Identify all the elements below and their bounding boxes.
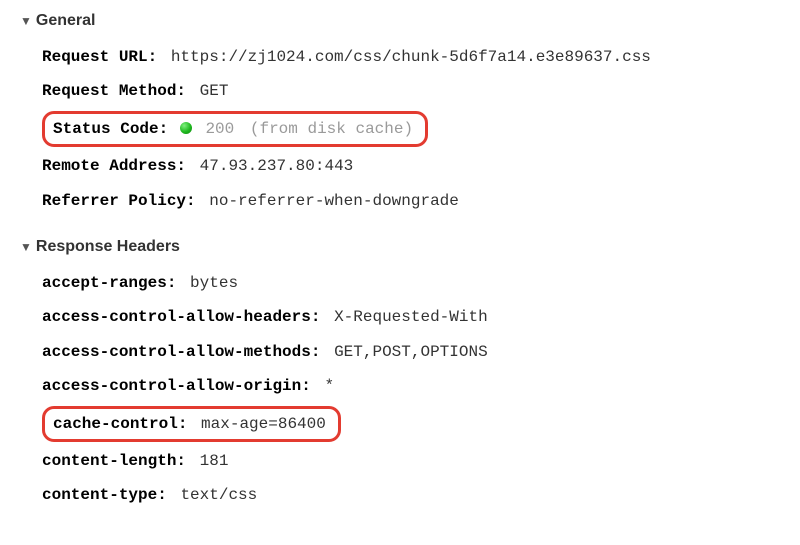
general-section-title: General xyxy=(36,12,96,30)
remote-address-value: 47.93.237.80:443 xyxy=(200,157,354,175)
content-type-value: text/css xyxy=(180,486,257,504)
request-url-label: Request URL: xyxy=(42,48,157,66)
content-length-row: content-length: 181 xyxy=(42,444,780,478)
ac-allow-headers-value: X-Requested-With xyxy=(334,308,488,326)
remote-address-row: Remote Address: 47.93.237.80:443 xyxy=(42,149,780,183)
ac-allow-methods-value: GET,POST,OPTIONS xyxy=(334,343,488,361)
disclosure-triangle-icon: ▼ xyxy=(20,14,32,28)
request-method-row: Request Method: GET xyxy=(42,74,780,108)
content-type-label: content-type: xyxy=(42,486,167,504)
status-code-row: Status Code: 200 (from disk cache) xyxy=(49,116,417,142)
disclosure-triangle-icon: ▼ xyxy=(20,240,32,254)
general-section: ▼ General Request URL: https://zj1024.co… xyxy=(20,12,780,218)
response-headers-rows: accept-ranges: bytes access-control-allo… xyxy=(20,266,780,513)
ac-allow-methods-label: access-control-allow-methods: xyxy=(42,343,320,361)
ac-allow-headers-row: access-control-allow-headers: X-Requeste… xyxy=(42,300,780,334)
status-code-value: 200 xyxy=(205,120,234,138)
accept-ranges-row: accept-ranges: bytes xyxy=(42,266,780,300)
accept-ranges-value: bytes xyxy=(190,274,238,292)
ac-allow-methods-row: access-control-allow-methods: GET,POST,O… xyxy=(42,335,780,369)
status-code-note: (from disk cache) xyxy=(250,120,413,138)
request-url-row: Request URL: https://zj1024.com/css/chun… xyxy=(42,40,780,74)
request-url-value: https://zj1024.com/css/chunk-5d6f7a14.e3… xyxy=(171,48,651,66)
content-length-value: 181 xyxy=(200,452,229,470)
referrer-policy-row: Referrer Policy: no-referrer-when-downgr… xyxy=(42,184,780,218)
accept-ranges-label: accept-ranges: xyxy=(42,274,176,292)
content-length-label: content-length: xyxy=(42,452,186,470)
referrer-policy-value: no-referrer-when-downgrade xyxy=(209,192,459,210)
ac-allow-headers-label: access-control-allow-headers: xyxy=(42,308,320,326)
cache-control-label: cache-control: xyxy=(53,415,187,433)
response-headers-header[interactable]: ▼ Response Headers xyxy=(20,238,780,256)
ac-allow-origin-value: * xyxy=(324,377,334,395)
cache-control-value: max-age=86400 xyxy=(201,415,326,433)
general-section-header[interactable]: ▼ General xyxy=(20,12,780,30)
response-headers-title: Response Headers xyxy=(36,238,180,256)
remote-address-label: Remote Address: xyxy=(42,157,186,175)
content-type-row: content-type: text/css xyxy=(42,478,780,512)
ac-allow-origin-row: access-control-allow-origin: * xyxy=(42,369,780,403)
cache-control-row: cache-control: max-age=86400 xyxy=(49,411,330,437)
status-code-label: Status Code: xyxy=(53,120,168,138)
status-ok-icon xyxy=(180,122,192,134)
request-method-value: GET xyxy=(200,82,229,100)
response-headers-section: ▼ Response Headers accept-ranges: bytes … xyxy=(20,238,780,513)
general-rows: Request URL: https://zj1024.com/css/chun… xyxy=(20,40,780,218)
cache-control-highlight: cache-control: max-age=86400 xyxy=(42,406,341,442)
referrer-policy-label: Referrer Policy: xyxy=(42,192,196,210)
request-method-label: Request Method: xyxy=(42,82,186,100)
ac-allow-origin-label: access-control-allow-origin: xyxy=(42,377,311,395)
status-code-highlight: Status Code: 200 (from disk cache) xyxy=(42,111,428,147)
